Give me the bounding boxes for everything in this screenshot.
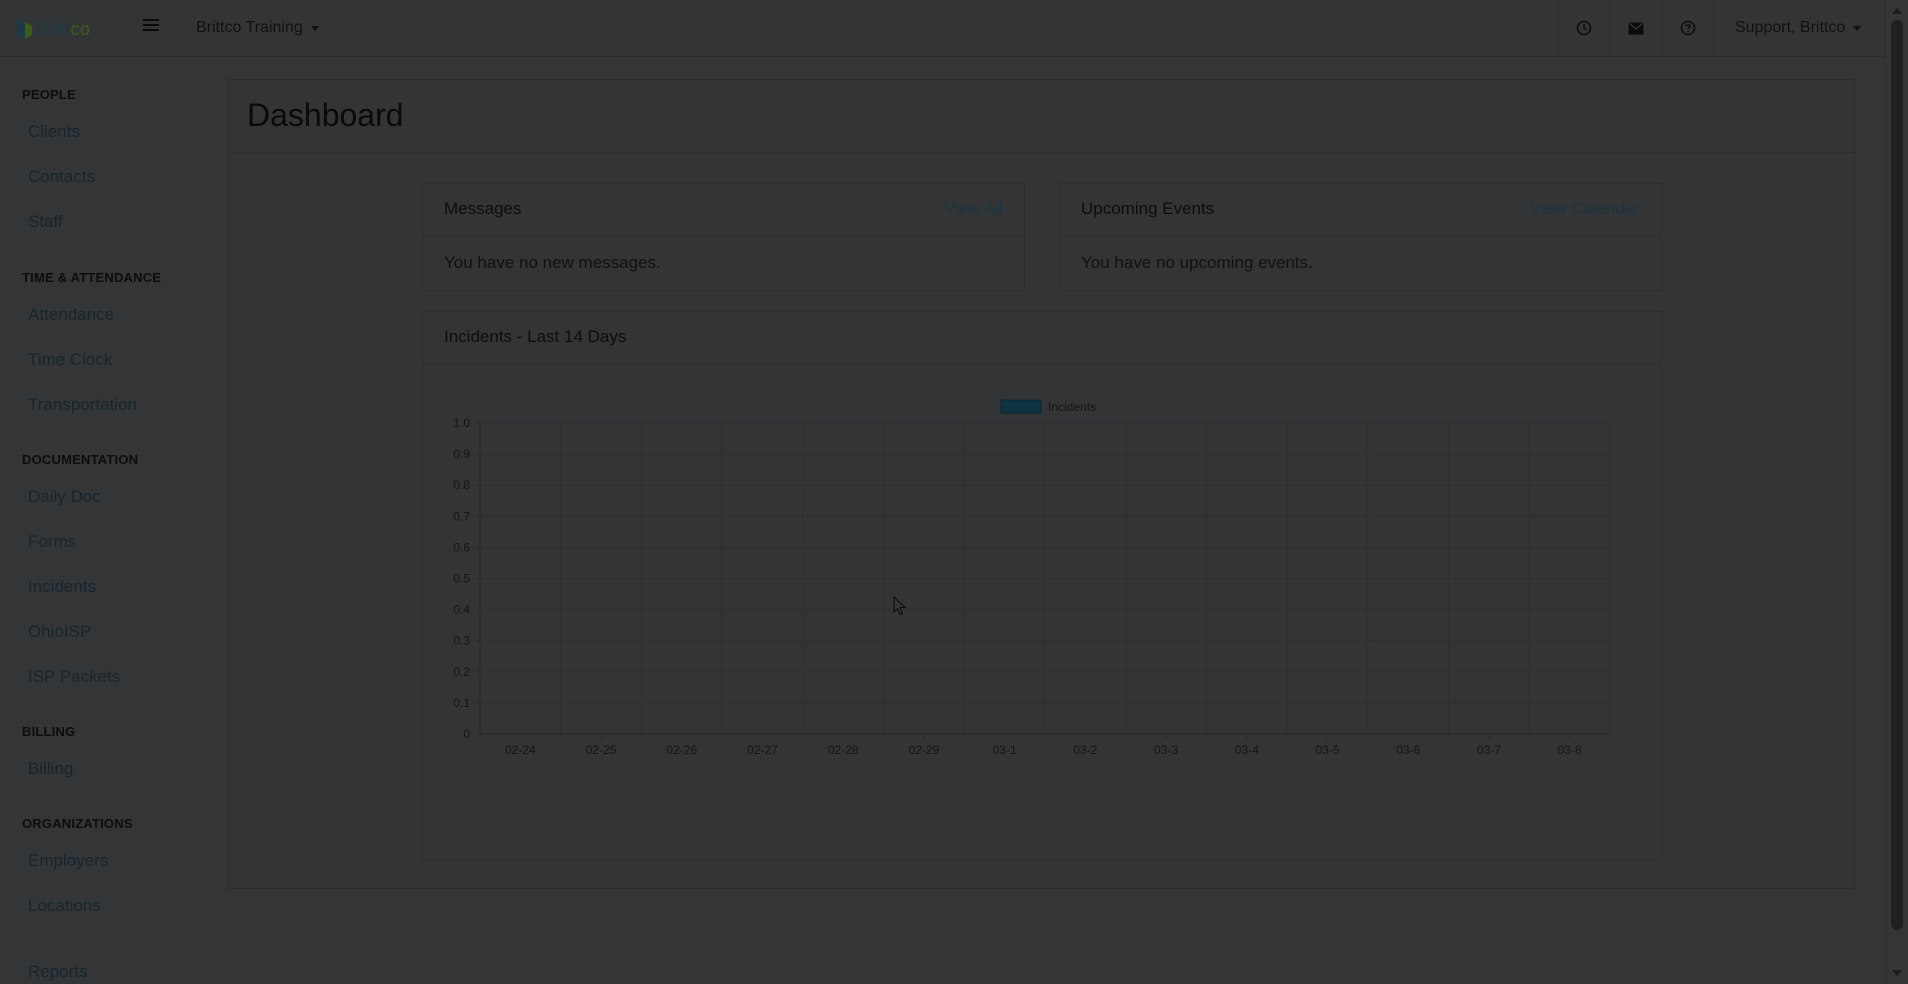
sidebar-heading-organizations: ORGANIZATIONS [22,816,133,831]
incidents-chart-panel: Incidents - Last 14 Days 0 0.1 0.2 0.3 0.4 0.… [422,311,1662,860]
sidebar: PEOPLE Clients Contacts Staff TIME & ATT… [0,57,210,984]
sidebar-item-billing[interactable]: Billing [28,759,73,779]
menu-toggle-icon[interactable] [143,19,159,33]
user-name: Support, Brittco [1735,19,1846,36]
sidebar-heading-documentation: DOCUMENTATION [22,452,139,467]
sidebar-item-attendance[interactable]: Attendance [28,305,114,325]
upcoming-events-empty-text: You have no upcoming events. [1081,253,1313,272]
x-tick-label: 02-25 [586,743,617,757]
x-tick-label: 02-24 [505,743,536,757]
x-tick-label: 03-3 [1154,743,1178,757]
sidebar-item-transportation[interactable]: Transportation [28,395,137,415]
sidebar-item-staff[interactable]: Staff [28,212,63,232]
help-button[interactable] [1661,0,1714,56]
x-tick-label: 03-7 [1477,743,1501,757]
messages-button[interactable] [1609,0,1662,56]
sidebar-item-isp-packets[interactable]: ISP Packets [28,667,120,687]
sidebar-heading-billing: BILLING [22,724,76,739]
brittco-logo[interactable]: Brittco [16,16,91,42]
sidebar-item-locations[interactable]: Locations [28,896,101,916]
caret-down-icon [310,25,319,31]
y-tick-label: 0.2 [453,665,470,679]
y-tick-label: 0.8 [453,478,470,492]
scroll-thumb[interactable] [1891,20,1903,930]
sidebar-heading-people: PEOPLE [22,87,76,102]
top-navbar: Brittco Brittco Training Support, Brittc… [0,0,1885,57]
y-tick-label: 0.3 [453,634,470,648]
x-tick-label: 02-29 [909,743,940,757]
sidebar-item-contacts[interactable]: Contacts [28,167,95,187]
upcoming-events-title: Upcoming Events [1081,199,1215,218]
x-tick-label: 03-1 [993,743,1017,757]
sidebar-item-daily-doc[interactable]: Daily Doc [28,487,101,507]
y-tick-label: 0.4 [453,603,470,617]
legend-label: Incidents [1048,400,1096,414]
y-tick-label: 0.6 [453,540,470,554]
sidebar-item-ohioisp[interactable]: OhioISP [28,622,91,642]
dashboard-card: Dashboard Messages View All You have no … [228,79,1855,889]
clock-icon [1576,20,1592,36]
messages-title: Messages [444,199,522,218]
organization-name: Brittco Training [196,19,303,36]
view-all-messages-link[interactable]: View All [944,199,1003,219]
page-scrollbar[interactable] [1885,0,1908,984]
y-tick-label: 0.5 [453,572,470,586]
upcoming-events-panel: Upcoming Events View Calendar You have n… [1059,183,1662,291]
upcoming-events-panel-header: Upcoming Events View Calendar [1060,184,1661,237]
sidebar-item-reports[interactable]: Reports [28,962,88,982]
x-tick-label: 02-28 [828,743,859,757]
scroll-up-arrow-icon[interactable] [1892,8,1902,14]
messages-panel: Messages View All You have no new messag… [422,183,1025,291]
dashboard-header: Dashboard [229,80,1854,153]
organization-dropdown[interactable]: Brittco Training [196,19,319,37]
x-tick-label: 03-4 [1235,743,1259,757]
sidebar-item-forms[interactable]: Forms [28,532,76,552]
messages-panel-header: Messages View All [423,184,1024,237]
legend-swatch [1000,399,1042,414]
incidents-chart: 0 0.1 0.2 0.3 0.4 0.5 0.6 0.7 0.8 0.9 1.0 02-24 02-2… [453,399,1611,757]
caret-down-icon [1853,25,1862,31]
x-tick-label: 02-27 [747,743,778,757]
x-tick-label: 03-8 [1558,743,1582,757]
x-tick-label: 03-6 [1396,743,1420,757]
y-tick-label: 0.9 [453,447,470,461]
view-calendar-link[interactable]: View Calendar [1530,199,1640,219]
logo-text: Brittco [36,18,91,39]
x-tick-label: 03-5 [1315,743,1339,757]
sidebar-item-time-clock[interactable]: Time Clock [28,350,112,370]
y-tick-label: 0.1 [453,696,470,710]
x-tick-label: 02-26 [666,743,697,757]
scroll-down-arrow-icon[interactable] [1892,970,1902,976]
sidebar-heading-time-attendance: TIME & ATTENDANCE [22,270,162,285]
envelope-icon [1628,22,1644,34]
page-title: Dashboard [247,97,404,133]
help-circle-icon [1680,20,1696,36]
history-button[interactable] [1557,0,1610,56]
x-tick-label: 03-2 [1073,743,1097,757]
y-tick-label: 0.7 [453,509,470,523]
y-tick-label: 1.0 [453,416,470,430]
messages-empty-text: You have no new messages. [444,253,661,272]
sidebar-item-incidents[interactable]: Incidents [28,577,96,597]
logo-mark-icon [17,19,32,39]
sidebar-item-clients[interactable]: Clients [28,122,80,142]
user-menu-dropdown[interactable]: Support, Brittco [1714,0,1905,56]
mouse-cursor-icon [893,596,907,616]
sidebar-item-employers[interactable]: Employers [28,851,108,871]
y-tick-label: 0 [463,727,470,741]
